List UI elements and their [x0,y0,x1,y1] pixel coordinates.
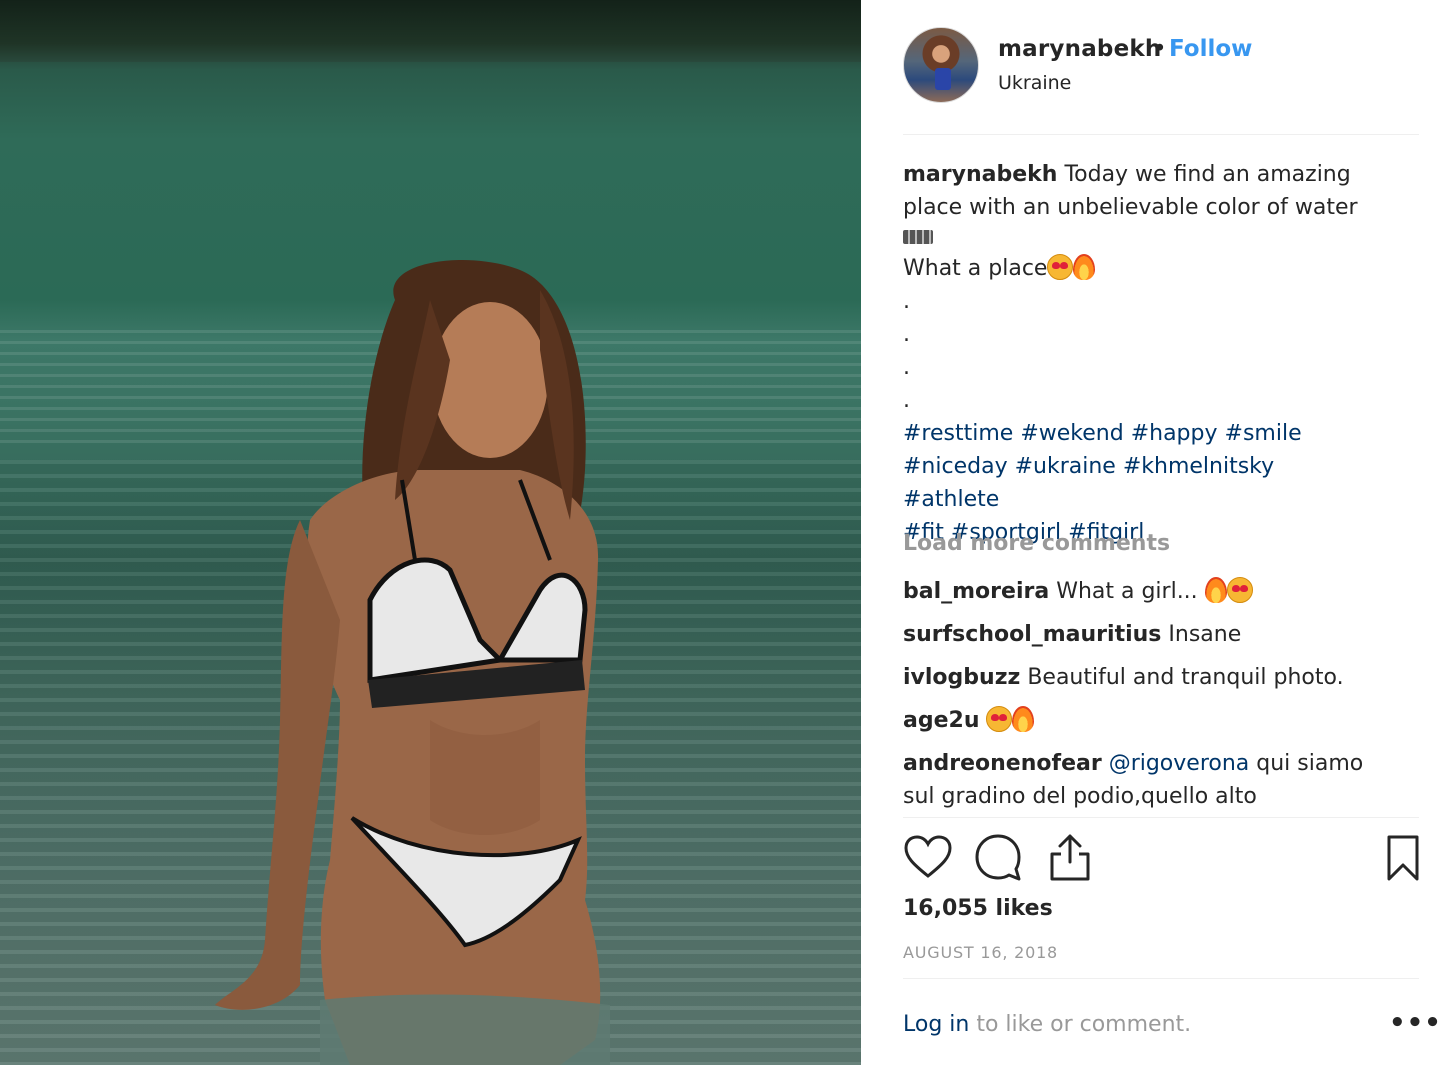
avatar-detail [935,68,951,90]
comment-username[interactable]: ivlogbuzz [903,665,1020,690]
comment-text-continued: sul gradino del podio,quello alto [903,784,1257,809]
share-upload-icon [1050,834,1090,881]
post-actions [903,832,1419,888]
caption-line-3: What a place [903,252,1373,285]
comment-text: Beautiful and tranquil photo. [1027,665,1344,690]
caption-dot: . [903,388,910,413]
location-link[interactable]: Ukraine [998,72,1071,94]
login-prompt: Log in to like or comment. [903,1012,1191,1037]
post-photo[interactable] [0,0,861,1065]
hashtag-link[interactable]: #resttime [903,421,1013,446]
comment-item: ivlogbuzz Beautiful and tranquil photo. [903,661,1403,694]
comment-username[interactable]: andreonenofear [903,751,1102,776]
comments-list: bal_moreira What a girl... surfschool_ma… [903,575,1403,823]
comment-item: bal_moreira What a girl... [903,575,1403,608]
post-caption: marynabekh Today we find an amazing plac… [903,158,1373,549]
caption-text-1: Today we find an amazing [1064,162,1351,187]
caption-dot: . [903,289,910,314]
header-username[interactable]: marynabekh [998,36,1161,62]
post-date[interactable]: AUGUST 16, 2018 [903,943,1058,962]
comment-text: Insane [1168,622,1242,647]
likes-count[interactable]: 16,055 likes [903,896,1053,921]
comments-divider [903,817,1419,818]
bookmark-icon [1387,835,1419,881]
hashtag-link[interactable]: #smile [1225,421,1302,446]
post-sidebar: marynabekh • Follow Ukraine marynabekh T… [861,0,1442,1065]
hashtag-link[interactable]: #khmelnitsky [1123,454,1274,479]
comment-mention-link[interactable]: @rigoverona [1109,751,1250,776]
comment-item: andreonenofear @rigoverona qui siamo sul… [903,747,1403,813]
comment-text: What a girl... [1056,579,1205,604]
header-separator-dot: • [1153,36,1167,62]
comment-item: surfschool_mauritius Insane [903,618,1403,651]
like-button[interactable] [903,832,953,884]
fire-emoji-icon [1204,577,1227,603]
heart-eyes-emoji-icon [986,706,1013,732]
comment-text [979,708,986,733]
heart-eyes-emoji-icon [1226,577,1253,603]
login-prompt-text: to like or comment. [969,1012,1192,1037]
heart-eyes-emoji-icon [1047,254,1074,280]
hashtag-link[interactable]: #athlete [903,487,999,512]
caption-text-2: place with an unbelievable color of wate… [903,195,1358,220]
caption-text-3: What a place [903,256,1048,281]
comment-item: age2u [903,704,1403,737]
share-button[interactable] [1045,832,1095,884]
caption-line-1: marynabekh Today we find an amazing [903,158,1373,191]
hashtag-link[interactable]: #wekend [1020,421,1123,446]
post-header: marynabekh • Follow Ukraine [903,27,1419,107]
photo-subject [215,260,610,1065]
comment-button[interactable] [973,832,1023,884]
hashtag-link[interactable]: #niceday [903,454,1008,479]
footer-divider [903,978,1419,979]
follow-button[interactable]: Follow [1169,36,1252,62]
avatar[interactable] [903,27,979,103]
log-in-link[interactable]: Log in [903,1012,969,1037]
comment-bubble-icon [975,834,1021,881]
hashtags-line-1: #resttime #wekend #happy #smile [903,417,1373,450]
fire-emoji-icon [1012,706,1035,732]
caption-line-2: place with an unbelievable color of wate… [903,191,1373,224]
world-map-emoji-icon [903,230,933,244]
heart-icon [904,835,952,878]
caption-line-map [903,224,1373,252]
comment-username[interactable]: age2u [903,708,979,733]
hashtags-line-2: #niceday #ukraine #khmelnitsky #athlete [903,450,1373,516]
hashtag-link[interactable]: #ukraine [1015,454,1116,479]
load-more-comments-button[interactable]: Load more comments [903,531,1170,556]
hashtag-link[interactable]: #happy [1131,421,1218,446]
caption-dot: . [903,355,910,380]
header-divider [903,134,1419,135]
fire-emoji-icon [1073,254,1096,280]
comment-username[interactable]: surfschool_mauritius [903,622,1161,647]
caption-dot: . [903,322,910,347]
comment-username[interactable]: bal_moreira [903,579,1049,604]
caption-username[interactable]: marynabekh [903,162,1057,187]
save-button[interactable] [1383,832,1423,884]
comment-text: qui siamo [1249,751,1364,776]
more-options-icon[interactable]: ••• [1389,1008,1442,1038]
